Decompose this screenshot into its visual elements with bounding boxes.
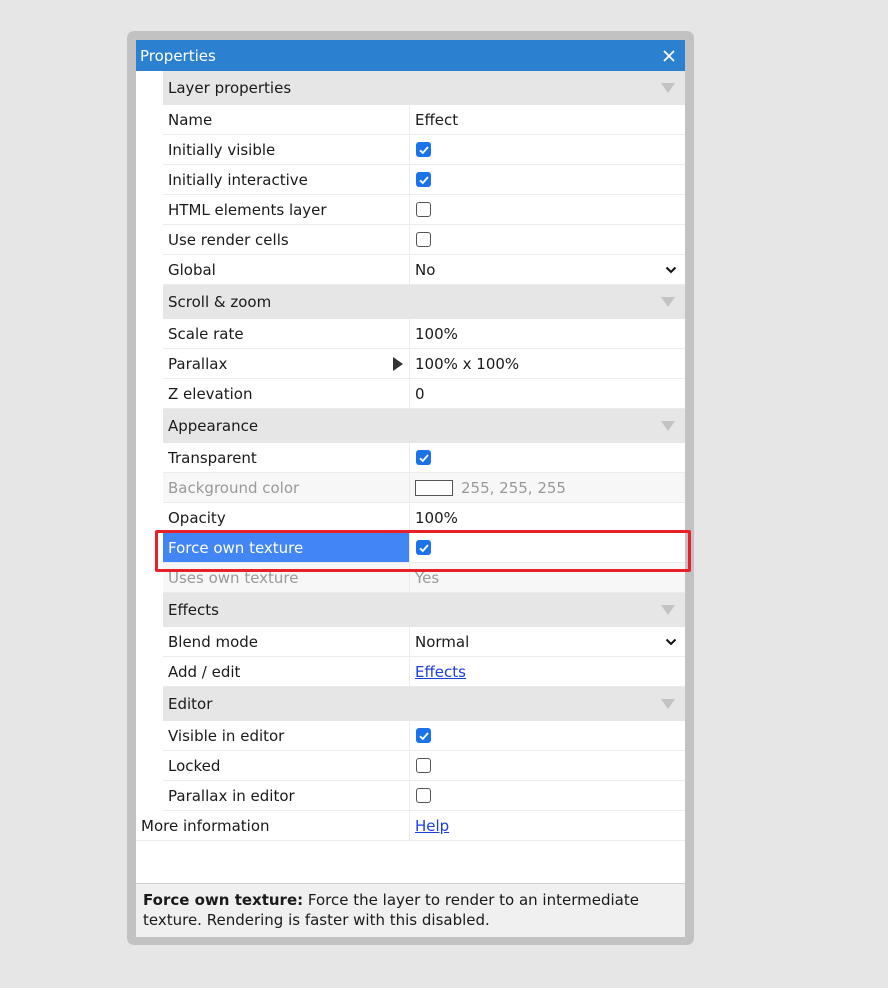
property-label: Blend mode bbox=[163, 627, 410, 656]
help-link[interactable]: Help bbox=[415, 817, 449, 835]
property-label: More information bbox=[136, 811, 410, 840]
chevron-down-icon bbox=[665, 638, 677, 646]
property-row-parallax[interactable]: Parallax 100% x 100% bbox=[163, 349, 685, 379]
property-label: Scale rate bbox=[163, 319, 410, 348]
checkmark-icon bbox=[418, 543, 429, 552]
property-label: Opacity bbox=[163, 503, 410, 532]
initially-visible-checkbox[interactable] bbox=[416, 142, 431, 157]
chevron-down-icon bbox=[665, 266, 677, 274]
empty-area bbox=[136, 841, 685, 877]
parallax-value[interactable]: 100% x 100% bbox=[410, 349, 685, 378]
property-row-add-edit: Add / edit Effects bbox=[163, 657, 685, 687]
opacity-value[interactable]: 100% bbox=[410, 503, 685, 532]
properties-panel: Properties Layer properties Name Effect … bbox=[136, 40, 685, 937]
property-label: Background color bbox=[163, 473, 410, 502]
section-title: Editor bbox=[168, 695, 213, 713]
description-footer: Force own texture: Force the layer to re… bbox=[136, 883, 685, 937]
property-row-transparent: Transparent bbox=[163, 443, 685, 473]
property-row-visible-in-editor: Visible in editor bbox=[163, 721, 685, 751]
property-label: Uses own texture bbox=[163, 563, 410, 592]
property-row-name[interactable]: Name Effect bbox=[163, 105, 685, 135]
description-term: Force own texture: bbox=[143, 891, 304, 909]
property-row-force-own-texture[interactable]: Force own texture bbox=[163, 533, 685, 563]
close-icon bbox=[663, 49, 675, 62]
property-label: HTML elements layer bbox=[163, 195, 410, 224]
collapse-triangle-icon bbox=[661, 605, 675, 615]
title-bar: Properties bbox=[136, 40, 685, 71]
property-label: Add / edit bbox=[163, 657, 410, 686]
property-row-blend-mode: Blend mode Normal bbox=[163, 627, 685, 657]
scale-rate-value[interactable]: 100% bbox=[410, 319, 685, 348]
property-row-locked: Locked bbox=[163, 751, 685, 781]
property-row-initially-interactive: Initially interactive bbox=[163, 165, 685, 195]
global-selected-value: No bbox=[415, 260, 436, 279]
property-label: Visible in editor bbox=[163, 721, 410, 750]
property-row-initially-visible: Initially visible bbox=[163, 135, 685, 165]
section-title: Layer properties bbox=[168, 79, 292, 97]
section-title: Scroll & zoom bbox=[168, 293, 272, 311]
property-label: Initially interactive bbox=[163, 165, 410, 194]
property-row-html-elements-layer: HTML elements layer bbox=[163, 195, 685, 225]
section-layer-properties[interactable]: Layer properties bbox=[163, 71, 685, 105]
collapse-triangle-icon bbox=[661, 421, 675, 431]
property-row-parallax-in-editor: Parallax in editor bbox=[163, 781, 685, 811]
global-select[interactable]: No bbox=[410, 255, 685, 284]
background-color-value: 255, 255, 255 bbox=[461, 478, 566, 497]
property-label: Name bbox=[163, 105, 410, 134]
section-scroll-zoom[interactable]: Scroll & zoom bbox=[163, 285, 685, 319]
section-appearance[interactable]: Appearance bbox=[163, 409, 685, 443]
property-label: Parallax in editor bbox=[163, 781, 410, 810]
blend-mode-selected-value: Normal bbox=[415, 632, 470, 651]
property-label: Parallax bbox=[168, 354, 228, 373]
panel-title: Properties bbox=[140, 46, 216, 65]
section-effects[interactable]: Effects bbox=[163, 593, 685, 627]
property-label: Z elevation bbox=[163, 379, 410, 408]
property-label: Transparent bbox=[163, 443, 410, 472]
collapse-triangle-icon bbox=[661, 699, 675, 709]
parallax-in-editor-checkbox[interactable] bbox=[416, 788, 431, 803]
property-label: Locked bbox=[163, 751, 410, 780]
section-title: Effects bbox=[168, 601, 219, 619]
effects-link[interactable]: Effects bbox=[415, 663, 466, 681]
color-swatch bbox=[415, 479, 453, 496]
html-elements-layer-checkbox[interactable] bbox=[416, 202, 431, 217]
expand-triangle-icon[interactable] bbox=[393, 356, 403, 371]
transparent-checkbox[interactable] bbox=[416, 450, 431, 465]
close-button[interactable] bbox=[659, 46, 679, 66]
collapse-triangle-icon bbox=[661, 297, 675, 307]
checkmark-icon bbox=[418, 731, 429, 740]
property-row-use-render-cells: Use render cells bbox=[163, 225, 685, 255]
property-label: Use render cells bbox=[163, 225, 410, 254]
property-row-uses-own-texture: Uses own texture Yes bbox=[163, 563, 685, 593]
property-label: Force own texture bbox=[163, 533, 410, 562]
use-render-cells-checkbox[interactable] bbox=[416, 232, 431, 247]
blend-mode-select[interactable]: Normal bbox=[410, 627, 685, 656]
checkmark-icon bbox=[418, 175, 429, 184]
initially-interactive-checkbox[interactable] bbox=[416, 172, 431, 187]
property-row-global: Global No bbox=[163, 255, 685, 285]
checkmark-icon bbox=[418, 145, 429, 154]
section-title: Appearance bbox=[168, 417, 259, 435]
property-row-opacity[interactable]: Opacity 100% bbox=[163, 503, 685, 533]
property-row-scale-rate[interactable]: Scale rate 100% bbox=[163, 319, 685, 349]
locked-checkbox[interactable] bbox=[416, 758, 431, 773]
property-row-background-color: Background color 255, 255, 255 bbox=[163, 473, 685, 503]
property-grid: Layer properties Name Effect Initially v… bbox=[136, 71, 685, 877]
force-own-texture-checkbox[interactable] bbox=[416, 540, 431, 555]
uses-own-texture-value: Yes bbox=[415, 568, 440, 587]
name-value[interactable]: Effect bbox=[410, 105, 685, 134]
checkmark-icon bbox=[418, 453, 429, 462]
collapse-triangle-icon bbox=[661, 83, 675, 93]
z-elevation-value[interactable]: 0 bbox=[410, 379, 685, 408]
section-editor[interactable]: Editor bbox=[163, 687, 685, 721]
property-label: Global bbox=[163, 255, 410, 284]
property-label: Initially visible bbox=[163, 135, 410, 164]
property-row-more-information: More information Help bbox=[136, 811, 685, 841]
property-row-z-elevation[interactable]: Z elevation 0 bbox=[163, 379, 685, 409]
visible-in-editor-checkbox[interactable] bbox=[416, 728, 431, 743]
